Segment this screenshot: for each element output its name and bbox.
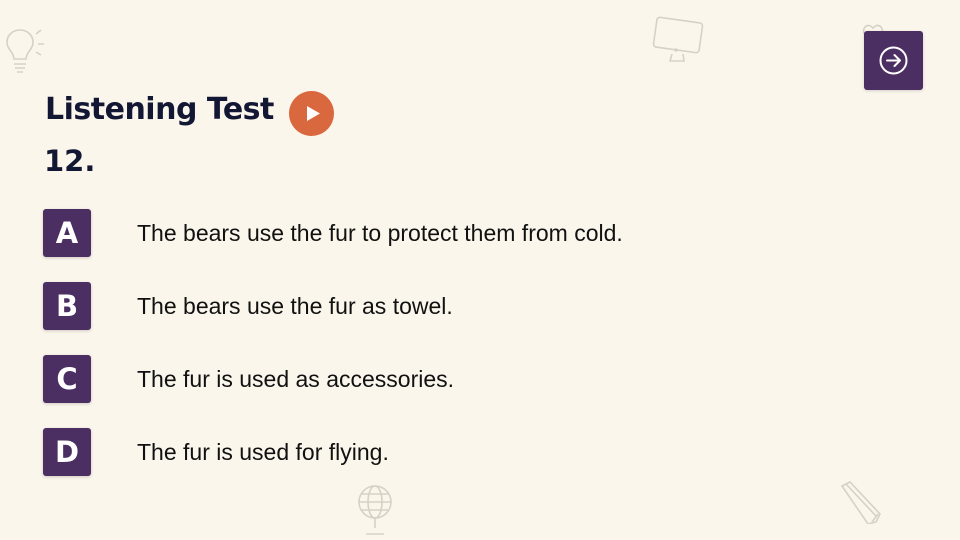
option-text: The fur is used as accessories. [137,366,455,392]
option-letter: B [43,282,91,330]
answer-option-c[interactable]: C The fur is used as accessories. [43,355,743,403]
option-text: The bears use the fur to protect them fr… [137,220,623,246]
answer-option-d[interactable]: D The fur is used for flying. [43,428,743,476]
answer-option-a[interactable]: A The bears use the fur to protect them … [43,209,743,257]
globe-icon [358,485,392,535]
play-icon [307,106,320,121]
page-title: Listening Test [45,92,274,127]
option-letter: A [43,209,91,257]
option-letter: C [43,355,91,403]
question-number: 12. [44,144,96,178]
lightbulb-icon [6,29,44,73]
monitor-icon [652,16,704,62]
option-text: The fur is used for flying. [137,439,389,465]
arrow-right-circle-icon [879,46,908,75]
next-button[interactable] [864,31,923,90]
play-audio-button[interactable] [289,91,334,136]
pencil-icon [840,481,881,524]
answer-option-b[interactable]: B The bears use the fur as towel. [43,282,743,330]
option-letter: D [43,428,91,476]
option-text: The bears use the fur as towel. [137,293,453,319]
